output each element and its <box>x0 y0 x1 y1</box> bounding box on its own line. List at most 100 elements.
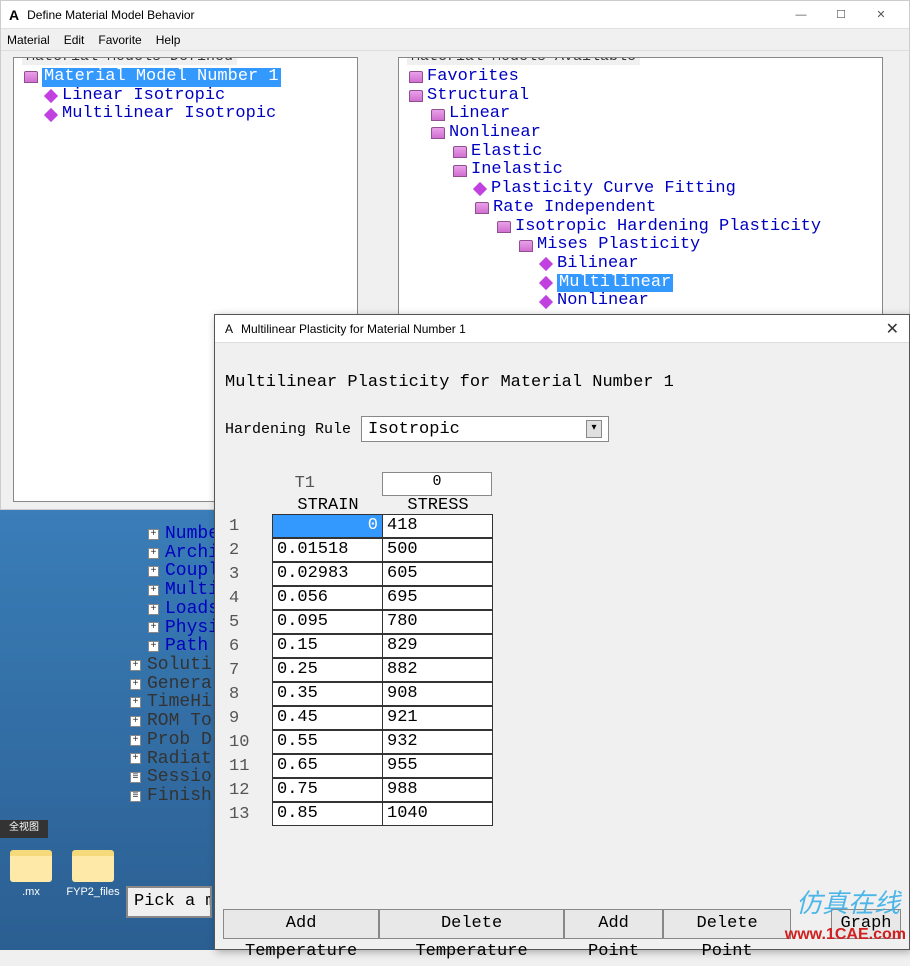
ansys-icon: A <box>225 322 233 336</box>
ansys-icon: A <box>9 7 19 23</box>
menu-favorite[interactable]: Favorite <box>98 33 141 47</box>
temperature-value[interactable]: 0 <box>382 472 492 496</box>
bg-tree-item[interactable]: +Path <box>130 637 219 656</box>
stress-cell[interactable]: 1040 <box>382 802 493 826</box>
tree-favorites[interactable]: Favorites <box>409 68 872 87</box>
strain-cell[interactable]: 0.55 <box>272 730 383 754</box>
menu-help[interactable]: Help <box>156 33 181 47</box>
expand-icon: + <box>130 735 141 746</box>
expand-icon: + <box>148 566 159 577</box>
stress-cell[interactable]: 829 <box>382 634 493 658</box>
add-point-button[interactable]: Add Point <box>564 909 663 939</box>
bg-tree-item[interactable]: +Loads <box>130 600 219 619</box>
defined-panel-label: Material Models Defined <box>22 57 237 65</box>
menu-edit[interactable]: Edit <box>64 33 85 47</box>
background-tree: +Numbe+Archi+Coupl+Multi+Loads+Physi+Pat… <box>130 525 219 806</box>
strain-cell[interactable]: 0.15 <box>272 634 383 658</box>
stress-cell[interactable]: 921 <box>382 706 493 730</box>
bg-tree-item[interactable]: +Radiat <box>130 750 219 769</box>
tree-inelastic[interactable]: Inelastic <box>409 161 872 180</box>
strain-cell[interactable]: 0.095 <box>272 610 383 634</box>
diamond-icon <box>473 182 487 196</box>
hardening-rule-select[interactable]: Isotropic ▾ <box>361 416 609 442</box>
strain-cell[interactable]: 0.25 <box>272 658 383 682</box>
tree-rate-independent[interactable]: Rate Independent <box>409 199 872 218</box>
delete-temperature-button[interactable]: Delete Temperature <box>379 909 564 939</box>
bg-tree-item[interactable]: +TimeHi <box>130 693 219 712</box>
folder-icon <box>453 165 467 177</box>
bg-tree-item[interactable]: +Coupl <box>130 562 219 581</box>
defined-linear-isotropic[interactable]: Linear Isotropic <box>24 87 347 106</box>
pick-bar: Pick a me <box>126 886 212 918</box>
bg-tree-item[interactable]: ≡Finish <box>130 787 219 806</box>
stress-cell[interactable]: 908 <box>382 682 493 706</box>
bg-tree-item[interactable]: +Multi <box>130 581 219 600</box>
bg-tree-item[interactable]: +ROM To <box>130 712 219 731</box>
row-number: 13 <box>225 803 273 827</box>
dialog-close-button[interactable]: ✕ <box>886 319 899 339</box>
folder-icon <box>453 146 467 158</box>
tree-multilinear[interactable]: Multilinear <box>409 274 872 293</box>
bg-tree-item[interactable]: +Physi <box>130 619 219 638</box>
multilinear-plasticity-dialog: A Multilinear Plasticity for Material Nu… <box>214 314 910 950</box>
tree-nonlinear-leaf[interactable]: Nonlinear <box>409 292 872 311</box>
tree-isotropic-hardening[interactable]: Isotropic Hardening Plasticity <box>409 218 872 237</box>
stress-cell[interactable]: 418 <box>382 514 493 538</box>
add-temperature-button[interactable]: Add Temperature <box>223 909 379 939</box>
stress-cell[interactable]: 500 <box>382 538 493 562</box>
strain-cell[interactable]: 0.75 <box>272 778 383 802</box>
row-number: 4 <box>225 587 273 611</box>
delete-point-button[interactable]: Delete Point <box>663 909 791 939</box>
strain-cell[interactable]: 0 <box>272 514 383 538</box>
tree-curve-fitting[interactable]: Plasticity Curve Fitting <box>409 180 872 199</box>
tree-elastic[interactable]: Elastic <box>409 143 872 162</box>
bg-tree-item[interactable]: +Numbe <box>130 525 219 544</box>
expand-icon: + <box>148 548 159 559</box>
bg-tree-item[interactable]: +Prob D <box>130 731 219 750</box>
maximize-button[interactable]: ☐ <box>821 8 861 21</box>
strain-cell[interactable]: 0.02983 <box>272 562 383 586</box>
folder-icon <box>409 90 423 102</box>
stress-cell[interactable]: 988 <box>382 778 493 802</box>
tree-nonlinear[interactable]: Nonlinear <box>409 124 872 143</box>
stress-cell[interactable]: 695 <box>382 586 493 610</box>
stress-cell[interactable]: 882 <box>382 658 493 682</box>
stress-cell[interactable]: 955 <box>382 754 493 778</box>
menu-material[interactable]: Material <box>7 33 50 47</box>
strain-cell[interactable]: 0.01518 <box>272 538 383 562</box>
minimize-button[interactable]: — <box>781 9 821 21</box>
strain-cell[interactable]: 0.85 <box>272 802 383 826</box>
dropdown-arrow-icon: ▾ <box>586 420 602 438</box>
row-number: 6 <box>225 635 273 659</box>
folder-icon <box>409 71 423 83</box>
tree-structural[interactable]: Structural <box>409 87 872 106</box>
available-panel-label: Material Models Available <box>407 57 640 65</box>
folder-icon <box>10 850 52 882</box>
dialog-titlebar: A Multilinear Plasticity for Material Nu… <box>215 315 909 343</box>
stress-cell[interactable]: 605 <box>382 562 493 586</box>
tree-bilinear[interactable]: Bilinear <box>409 255 872 274</box>
folder-icon <box>431 127 445 139</box>
bg-tree-item[interactable]: +Archi <box>130 544 219 563</box>
strain-cell[interactable]: 0.35 <box>272 682 383 706</box>
row-number: 3 <box>225 563 273 587</box>
strain-cell[interactable]: 0.65 <box>272 754 383 778</box>
desktop-folder-mx[interactable]: .mx <box>0 850 62 898</box>
folder-icon <box>431 109 445 121</box>
tree-linear[interactable]: Linear <box>409 105 872 124</box>
bg-tree-item[interactable]: ≡Sessio <box>130 768 219 787</box>
defined-material-root[interactable]: Material Model Number 1 <box>24 68 347 87</box>
desktop-folder-fyp2[interactable]: FYP2_files <box>62 850 124 898</box>
strain-cell[interactable]: 0.45 <box>272 706 383 730</box>
bg-tree-item[interactable]: +Genera <box>130 675 219 694</box>
strain-cell[interactable]: 0.056 <box>272 586 383 610</box>
close-button[interactable]: ✕ <box>861 8 901 21</box>
expand-icon: + <box>130 753 141 764</box>
taskbar-thumb[interactable]: 全视图 <box>0 820 48 838</box>
bg-tree-item[interactable]: +Soluti <box>130 656 219 675</box>
stress-cell[interactable]: 780 <box>382 610 493 634</box>
defined-multilinear-isotropic[interactable]: Multilinear Isotropic <box>24 105 347 124</box>
stress-cell[interactable]: 932 <box>382 730 493 754</box>
tree-mises-plasticity[interactable]: Mises Plasticity <box>409 236 872 255</box>
temperature-label: T1 <box>225 472 325 496</box>
